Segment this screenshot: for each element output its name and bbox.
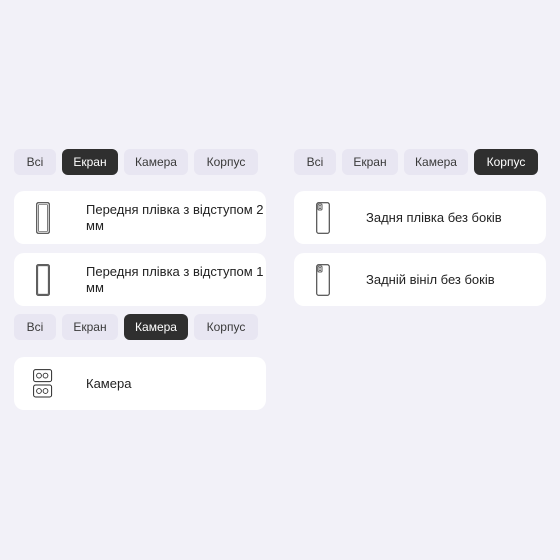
tab-camera[interactable]: Камера — [124, 149, 188, 175]
tab-body[interactable]: Корпус — [194, 149, 258, 175]
right-tab-bar: Всі Екран Камера Корпус — [294, 149, 538, 175]
camera-module-icon — [32, 366, 54, 402]
left-tab-bar: Всі Екран Камера Корпус — [14, 149, 258, 175]
option-label: Передня плівка з відступом 1 мм — [86, 263, 264, 295]
option-card-back-vinyl[interactable]: Задній вініл без боків — [294, 253, 546, 306]
option-label: Передня плівка з відступом 2 мм — [86, 201, 264, 233]
tab-all[interactable]: Всі — [14, 149, 56, 175]
tab-screen[interactable]: Екран — [62, 149, 118, 175]
tab-all[interactable]: Всі — [294, 149, 336, 175]
option-label: Задня плівка без боків — [366, 209, 502, 225]
option-label: Камера — [86, 375, 132, 391]
phone-back-icon — [312, 200, 334, 236]
phone-back-icon — [312, 262, 334, 298]
tab-all[interactable]: Всі — [14, 314, 56, 340]
phone-front-icon — [32, 200, 54, 236]
option-label: Задній вініл без боків — [366, 271, 495, 287]
option-card-front-film-2mm[interactable]: Передня плівка з відступом 2 мм — [14, 191, 266, 244]
tab-body[interactable]: Корпус — [194, 314, 258, 340]
tab-camera[interactable]: Камера — [124, 314, 188, 340]
tab-screen[interactable]: Екран — [62, 314, 118, 340]
option-card-camera[interactable]: Камера — [14, 357, 266, 410]
option-card-front-film-1mm[interactable]: Передня плівка з відступом 1 мм — [14, 253, 266, 306]
tab-body[interactable]: Корпус — [474, 149, 538, 175]
phone-front-icon — [32, 262, 54, 298]
tab-screen[interactable]: Екран — [342, 149, 398, 175]
camera-tab-bar: Всі Екран Камера Корпус — [14, 314, 258, 340]
option-card-back-film[interactable]: Задня плівка без боків — [294, 191, 546, 244]
tab-camera[interactable]: Камера — [404, 149, 468, 175]
